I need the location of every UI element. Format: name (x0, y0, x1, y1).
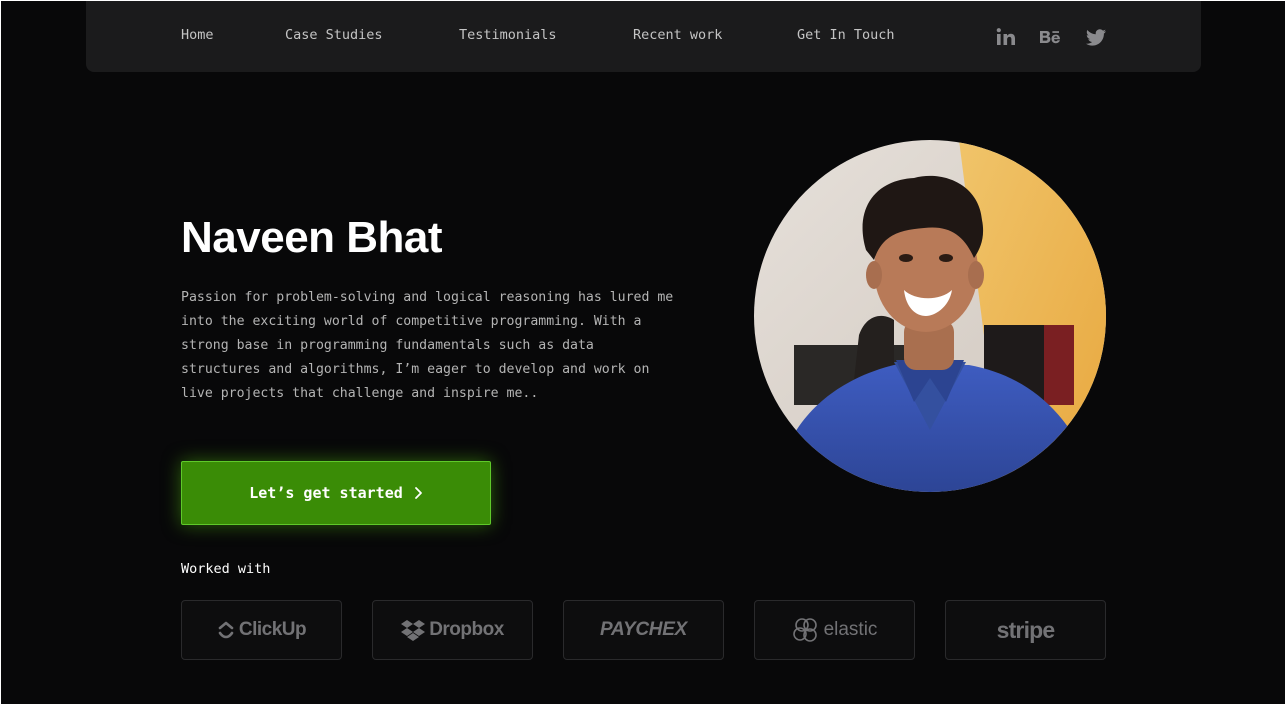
clickup-logo-icon (218, 621, 234, 639)
logo-dropbox: Dropbox (429, 619, 504, 640)
get-started-button[interactable]: Let’s get started (181, 461, 491, 525)
hero-bio: Passion for problem-solving and logical … (181, 290, 674, 401)
logo-stripe: stripe (996, 616, 1056, 643)
page: Home Case Studies Testimonials Recent wo… (1, 1, 1285, 704)
linkedin-icon[interactable] (995, 26, 1017, 48)
logo-card-elastic: elastic (754, 600, 915, 660)
profile-photo (754, 140, 1106, 492)
nav-link-case-studies[interactable]: Case Studies (285, 27, 383, 43)
top-navbar: Home Case Studies Testimonials Recent wo… (86, 1, 1201, 72)
hero-name: Naveen Bhat (181, 213, 443, 262)
nav-link-recent-work[interactable]: Recent work (633, 27, 722, 43)
nav-link-home[interactable]: Home (181, 27, 214, 43)
nav-link-get-in-touch[interactable]: Get In Touch (797, 27, 895, 43)
profile-photo-illustration (754, 140, 1106, 492)
worked-with-label: Worked with (181, 561, 271, 577)
logo-paychex: PAYCHEX (600, 619, 687, 640)
elastic-logo-icon (792, 618, 817, 642)
logo-card-paychex: PAYCHEX (563, 600, 724, 660)
twitter-icon[interactable] (1085, 26, 1107, 48)
dropbox-logo-icon (401, 620, 426, 641)
logo-elastic: elastic (823, 619, 878, 640)
behance-icon[interactable] (1039, 26, 1061, 48)
get-started-label: Let’s get started (249, 484, 403, 502)
nav-link-testimonials[interactable]: Testimonials (459, 27, 557, 43)
logo-card-stripe: stripe (945, 600, 1106, 660)
logo-clickup: ClickUp (238, 619, 307, 640)
logo-card-clickup: ClickUp (181, 600, 342, 660)
logo-card-dropbox: Dropbox (372, 600, 533, 660)
chevron-right-icon (414, 487, 422, 499)
